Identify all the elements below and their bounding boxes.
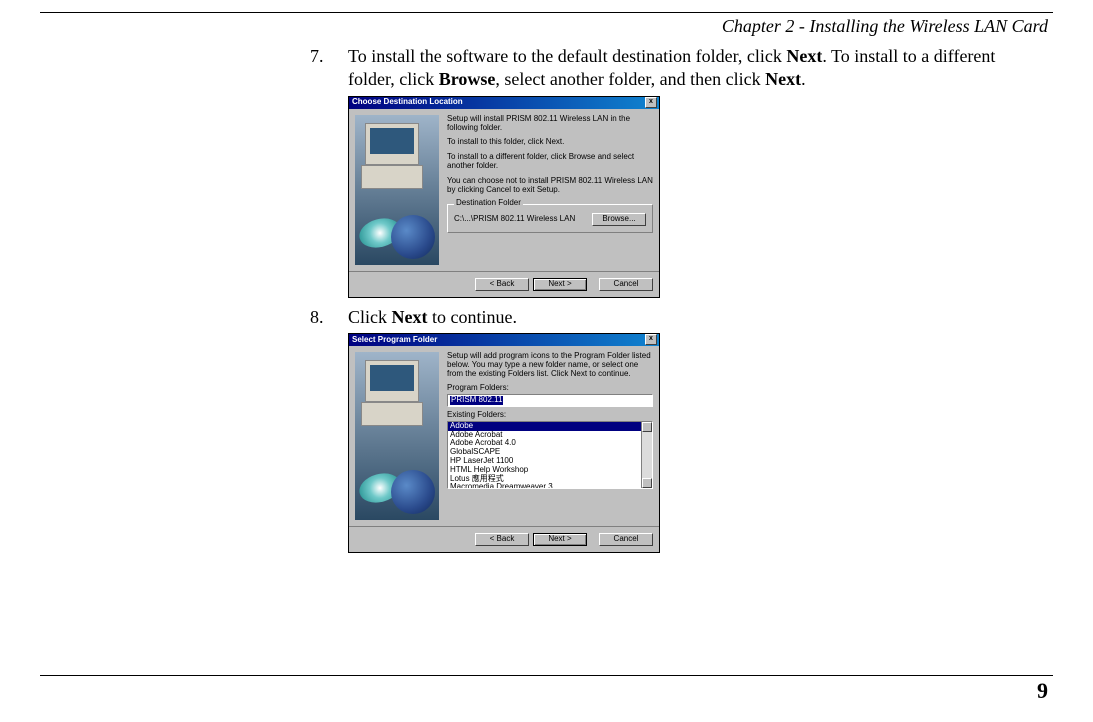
text: . xyxy=(801,69,806,89)
dialog-title: Select Program Folder xyxy=(352,336,437,345)
dialog-select-program-folder: Select Program Folder x Setup will add p… xyxy=(348,333,660,553)
dialog-button-row: < Back Next > Cancel xyxy=(349,271,659,297)
program-folders-label: Program Folders: xyxy=(447,384,653,393)
existing-folders-label: Existing Folders: xyxy=(447,411,653,420)
dialog-text: You can choose not to install PRISM 802.… xyxy=(447,177,653,195)
fieldset-legend: Destination Folder xyxy=(454,199,523,208)
bold-next: Next xyxy=(392,307,428,327)
next-button[interactable]: Next > xyxy=(533,278,587,291)
step-number: 8. xyxy=(310,306,348,329)
step-text: Click Next to continue. xyxy=(348,306,1040,329)
browse-button[interactable]: Browse... xyxy=(592,213,646,226)
program-folder-value: PRISM 802.11 xyxy=(450,396,503,405)
cancel-button[interactable]: Cancel xyxy=(599,533,653,546)
dialog-text: To install to a different folder, click … xyxy=(447,153,653,171)
cancel-button[interactable]: Cancel xyxy=(599,278,653,291)
back-button[interactable]: < Back xyxy=(475,278,529,291)
dialog-button-row: < Back Next > Cancel xyxy=(349,526,659,552)
step-7: 7. To install the software to the defaul… xyxy=(310,45,1040,92)
chapter-title: Chapter 2 - Installing the Wireless LAN … xyxy=(722,16,1048,37)
step-number: 7. xyxy=(310,45,348,92)
titlebar: Select Program Folder x xyxy=(349,334,659,346)
existing-folders-list[interactable]: Adobe Adobe Acrobat Adobe Acrobat 4.0 Gl… xyxy=(447,421,653,489)
page-number: 9 xyxy=(1037,678,1048,704)
dialog-text: Setup will install PRISM 802.11 Wireless… xyxy=(447,115,653,133)
back-button[interactable]: < Back xyxy=(475,533,529,546)
list-item[interactable]: Macromedia Dreamweaver 3 xyxy=(448,483,652,488)
dialog-title: Choose Destination Location xyxy=(352,98,463,107)
text: to continue. xyxy=(427,307,516,327)
page-content: 7. To install the software to the defaul… xyxy=(310,45,1040,561)
wizard-side-image xyxy=(355,352,439,520)
program-folder-input[interactable]: PRISM 802.11 xyxy=(447,394,653,407)
text: Click xyxy=(348,307,392,327)
dialog-text: Setup will add program icons to the Prog… xyxy=(447,352,653,378)
bold-browse: Browse xyxy=(439,69,496,89)
bold-next: Next xyxy=(765,69,801,89)
titlebar: Choose Destination Location x xyxy=(349,97,659,109)
close-icon[interactable]: x xyxy=(645,97,657,108)
dialog-text: To install to this folder, click Next. xyxy=(447,138,653,147)
next-button[interactable]: Next > xyxy=(533,533,587,546)
destination-path: C:\...\PRISM 802.11 Wireless LAN xyxy=(454,215,575,224)
dialog-choose-destination: Choose Destination Location x Setup will… xyxy=(348,96,660,298)
bold-next: Next xyxy=(786,46,822,66)
text: To install the software to the default d… xyxy=(348,46,786,66)
wizard-side-image xyxy=(355,115,439,265)
destination-folder-group: Destination Folder C:\...\PRISM 802.11 W… xyxy=(447,204,653,233)
step-8: 8. Click Next to continue. xyxy=(310,306,1040,329)
step-text: To install the software to the default d… xyxy=(348,45,1040,92)
scrollbar[interactable] xyxy=(641,422,652,488)
close-icon[interactable]: x xyxy=(645,334,657,345)
text: , select another folder, and then click xyxy=(495,69,765,89)
